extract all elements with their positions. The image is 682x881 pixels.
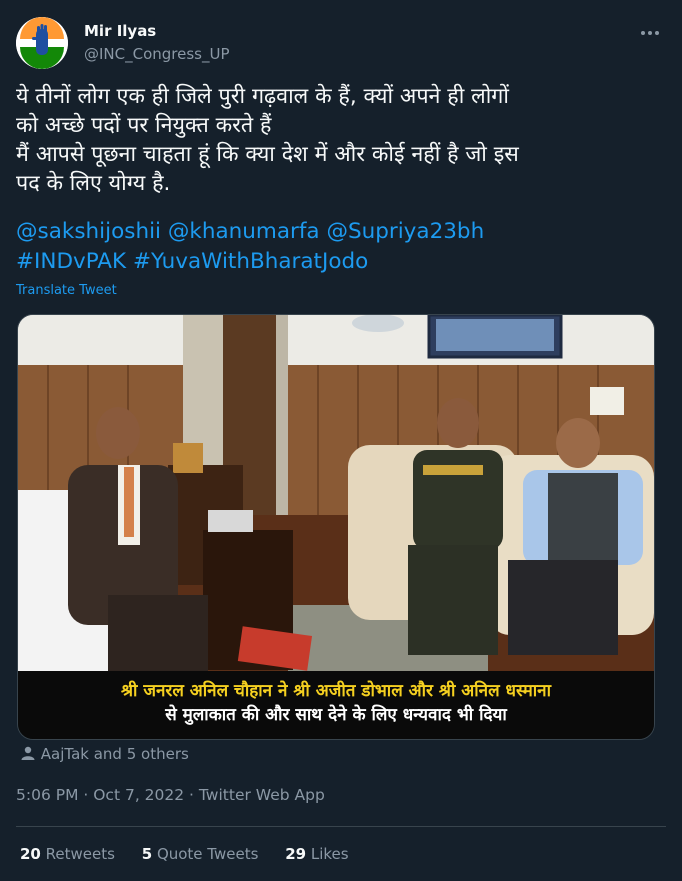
retweets-count: 20 xyxy=(20,845,41,863)
tagged-people[interactable]: AajTak and 5 others xyxy=(20,745,189,763)
hashtag-link[interactable]: #YuvaWithBharatJodo xyxy=(133,249,368,274)
photo-caption: श्री जनरल अनिल चौहान ने श्री अजीत डोभाल … xyxy=(18,671,654,739)
tweet-line: ये तीनों लोग एक ही जिले पुरी गढ़वाल के ह… xyxy=(16,84,509,109)
quote-tweets-count: 5 xyxy=(141,845,153,863)
quote-tweets-label: Quote Tweets xyxy=(156,845,259,863)
quote-tweets-stat[interactable]: 5 Quote Tweets xyxy=(142,845,259,863)
person-tag-icon xyxy=(20,745,41,763)
tweet-line: मैं आपसे पूछना चाहता हूं कि क्या देश में… xyxy=(16,142,519,167)
author-name[interactable]: Mir Ilyas xyxy=(84,22,156,40)
translate-tweet-link[interactable]: Translate Tweet xyxy=(16,283,117,298)
likes-label: Likes xyxy=(310,845,349,863)
tweet-line: पद के लिए योग्य है. xyxy=(16,171,171,196)
retweets-label: Retweets xyxy=(45,845,115,863)
tagged-label: AajTak and 5 others xyxy=(40,745,189,763)
author-handle[interactable]: @INC_Congress_UP xyxy=(84,45,230,63)
mention-link[interactable]: @Supriya23bh xyxy=(326,219,484,244)
tweet-stats: 20 Retweets 5 Quote Tweets 29 Likes xyxy=(20,845,371,863)
tweet-line: को अच्छे पदों पर नियुक्त करते हैं xyxy=(16,113,272,138)
tweet-text: ये तीनों लोग एक ही जिले पुरी गढ़वाल के ह… xyxy=(16,82,656,198)
meeting-photo xyxy=(18,315,654,671)
tweet-photo[interactable]: श्री जनरल अनिल चौहान ने श्री अजीत डोभाल … xyxy=(17,314,655,740)
tweet-links: @sakshijoshii @khanumarfa @Supriya23bh #… xyxy=(16,217,484,277)
likes-count: 29 xyxy=(285,845,307,863)
tweet-timestamp[interactable]: 5:06 PM · Oct 7, 2022 · Twitter Web App xyxy=(16,786,325,804)
caption-line: श्री जनरल अनिल चौहान ने श्री अजीत डोभाल … xyxy=(120,681,552,701)
caption-line: से मुलाकात की और साथ देने के लिए धन्यवाद… xyxy=(165,705,507,725)
likes-stat[interactable]: 29 Likes xyxy=(285,845,348,863)
retweets-stat[interactable]: 20 Retweets xyxy=(20,845,115,863)
more-icon[interactable] xyxy=(640,20,660,41)
avatar[interactable] xyxy=(16,17,68,69)
congress-hand-logo xyxy=(16,17,68,69)
mention-link[interactable]: @khanumarfa xyxy=(168,219,320,244)
hashtag-link[interactable]: #INDvPAK xyxy=(16,249,126,274)
divider xyxy=(16,826,666,827)
mention-link[interactable]: @sakshijoshii xyxy=(16,219,161,244)
